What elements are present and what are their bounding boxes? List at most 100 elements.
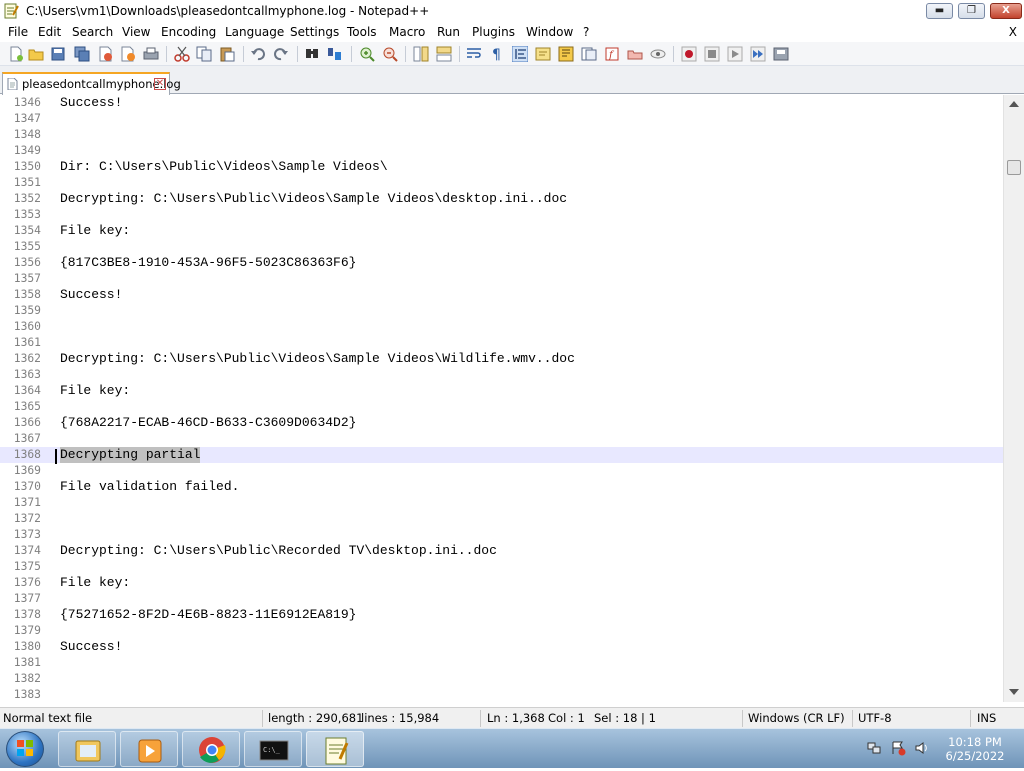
document-map-icon[interactable]: [558, 46, 574, 62]
editor-line[interactable]: 1357: [0, 271, 1003, 287]
editor-line[interactable]: 1370 File validation failed.: [0, 479, 1003, 495]
editor-line[interactable]: 1360: [0, 319, 1003, 335]
function-list-icon[interactable]: [581, 46, 597, 62]
line-text[interactable]: {75271652-8F2D-4E6B-8823-11E6912EA819}: [60, 607, 356, 623]
line-text[interactable]: File validation failed.: [60, 479, 239, 495]
tab-close-button[interactable]: ✕: [154, 78, 166, 90]
taskbar-media-player-button[interactable]: [120, 731, 178, 767]
text-editor[interactable]: 1346 Success! 1347 1348 1349 1350 Dir: C:\User…: [0, 95, 1003, 702]
line-text[interactable]: File key:: [60, 223, 130, 239]
open-file-icon[interactable]: [28, 46, 44, 62]
editor-line[interactable]: 1353: [0, 207, 1003, 223]
menu-plugins[interactable]: Plugins: [472, 25, 515, 39]
editor-line[interactable]: 1347: [0, 111, 1003, 127]
line-text[interactable]: {768A2217-ECAB-46CD-B633-C3609D0634D2}: [60, 415, 356, 431]
menu-settings[interactable]: Settings: [290, 25, 339, 39]
find-icon[interactable]: [304, 46, 320, 62]
show-all-chars-icon[interactable]: ¶: [489, 46, 505, 62]
network-icon[interactable]: [866, 740, 882, 756]
line-text[interactable]: File key:: [60, 575, 130, 591]
editor-line[interactable]: 1361: [0, 335, 1003, 351]
menu-help[interactable]: ?: [583, 25, 589, 39]
editor-line[interactable]: 1372: [0, 511, 1003, 527]
user-lang-icon[interactable]: [535, 46, 551, 62]
line-text[interactable]: {817C3BE8-1910-453A-96F5-5023C86363F6}: [60, 255, 356, 271]
editor-line[interactable]: 1355: [0, 239, 1003, 255]
menu-edit[interactable]: Edit: [38, 25, 61, 39]
editor-line[interactable]: 1381: [0, 655, 1003, 671]
print-icon[interactable]: [143, 46, 159, 62]
editor-line[interactable]: 1382: [0, 671, 1003, 687]
editor-line[interactable]: 1374 Decrypting: C:\Users\Public\Recorded…: [0, 543, 1003, 559]
editor-line[interactable]: 1351: [0, 175, 1003, 191]
indent-guide-icon[interactable]: [512, 46, 528, 62]
editor-line[interactable]: 1376 File key:: [0, 575, 1003, 591]
menu-view[interactable]: View: [122, 25, 150, 39]
editor-line[interactable]: 1356 {817C3BE8-1910-453A-96F5-5023C86363F…: [0, 255, 1003, 271]
scrollbar-thumb[interactable]: [1007, 160, 1021, 175]
menu-tools[interactable]: Tools: [347, 25, 377, 39]
editor-line[interactable]: 1346 Success!: [0, 95, 1003, 111]
taskbar-explorer-button[interactable]: [58, 731, 116, 767]
line-text[interactable]: Decrypting: C:\Users\Public\Recorded TV\…: [60, 543, 497, 559]
line-text[interactable]: Success!: [60, 287, 122, 303]
editor-line[interactable]: 1367: [0, 431, 1003, 447]
taskbar-chrome-button[interactable]: [182, 731, 240, 767]
line-text[interactable]: Success!: [60, 95, 122, 111]
close-icon[interactable]: [97, 46, 113, 62]
cut-icon[interactable]: [174, 46, 190, 62]
zoom-in-icon[interactable]: [359, 46, 375, 62]
maximize-button[interactable]: ❐: [958, 3, 985, 19]
close-document-button[interactable]: X: [1009, 25, 1017, 39]
new-file-icon[interactable]: [8, 46, 24, 62]
editor-line[interactable]: 1352 Decrypting: C:\Users\Public\Videos\S…: [0, 191, 1003, 207]
editor-line[interactable]: 1373: [0, 527, 1003, 543]
editor-line[interactable]: 1354 File key:: [0, 223, 1003, 239]
save-icon[interactable]: [50, 46, 66, 62]
line-text[interactable]: Decrypting: C:\Users\Public\Videos\Sampl…: [60, 191, 567, 207]
editor-line[interactable]: 1365: [0, 399, 1003, 415]
sync-horizontal-icon[interactable]: [436, 46, 452, 62]
editor-line[interactable]: 1358 Success!: [0, 287, 1003, 303]
menu-search[interactable]: Search: [72, 25, 113, 39]
menu-window[interactable]: Window: [526, 25, 573, 39]
selected-line-text[interactable]: Decrypting partial: [60, 447, 201, 463]
save-all-icon[interactable]: [74, 46, 90, 62]
record-macro-icon[interactable]: [681, 46, 697, 62]
menu-encoding[interactable]: Encoding: [161, 25, 216, 39]
sync-vertical-icon[interactable]: [413, 46, 429, 62]
editor-line[interactable]: 1362 Decrypting: C:\Users\Public\Videos\S…: [0, 351, 1003, 367]
editor-line[interactable]: 1349: [0, 143, 1003, 159]
editor-line[interactable]: 1378 {75271652-8F2D-4E6B-8823-11E6912EA81…: [0, 607, 1003, 623]
editor-line[interactable]: 1380 Success!: [0, 639, 1003, 655]
system-clock[interactable]: 10:18 PM 6/25/2022: [945, 735, 1005, 763]
monitoring-icon[interactable]: [627, 46, 643, 62]
editor-line[interactable]: 1379: [0, 623, 1003, 639]
menu-file[interactable]: File: [8, 25, 28, 39]
word-wrap-icon[interactable]: [466, 46, 482, 62]
taskbar-notepad-plus-plus-button[interactable]: [306, 731, 364, 767]
close-all-icon[interactable]: [120, 46, 136, 62]
undo-icon[interactable]: [250, 46, 266, 62]
line-text[interactable]: Decrypting: C:\Users\Public\Videos\Sampl…: [60, 351, 575, 367]
close-window-button[interactable]: X: [990, 3, 1022, 19]
editor-line[interactable]: 1364 File key:: [0, 383, 1003, 399]
action-center-flag-icon[interactable]: [890, 740, 906, 756]
editor-line[interactable]: 1350 Dir: C:\Users\Public\Videos\Sample V…: [0, 159, 1003, 175]
start-button[interactable]: [6, 731, 44, 767]
folder-workspace-icon[interactable]: f: [604, 46, 620, 62]
stop-macro-icon[interactable]: [704, 46, 720, 62]
line-text[interactable]: Dir: C:\Users\Public\Videos\Sample Video…: [60, 159, 388, 175]
tab-pleasedontcallmyphone-log[interactable]: pleasedontcallmyphone.log ✕: [2, 72, 181, 95]
zoom-out-icon[interactable]: [382, 46, 398, 62]
copy-icon[interactable]: [196, 46, 212, 62]
replace-icon[interactable]: [327, 46, 343, 62]
menu-language[interactable]: Language: [225, 25, 284, 39]
minimize-button[interactable]: ▬: [926, 3, 953, 19]
editor-line[interactable]: 1371: [0, 495, 1003, 511]
vertical-scrollbar[interactable]: [1003, 95, 1024, 702]
redo-icon[interactable]: [273, 46, 289, 62]
scroll-up-arrow-icon[interactable]: [1009, 101, 1019, 107]
volume-icon[interactable]: [914, 740, 930, 756]
eye-icon[interactable]: [650, 46, 666, 62]
